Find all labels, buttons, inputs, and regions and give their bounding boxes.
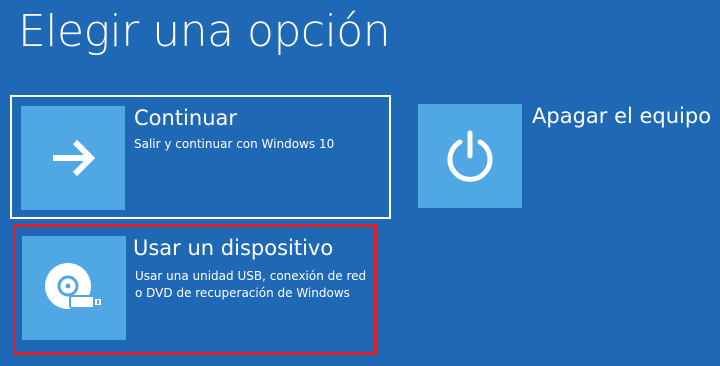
continue-description: Salir y continuar con Windows 10 [134, 137, 335, 151]
use-device-label: Usar un dispositivo [133, 236, 334, 260]
continue-tile[interactable] [21, 106, 125, 210]
continue-label: Continuar [134, 106, 238, 130]
use-device-description-line: Usar una unidad USB, conexión de red [135, 269, 367, 283]
continue-option[interactable]: Continuar Salir y continuar con Windows … [10, 95, 391, 219]
shutdown-option[interactable]: Apagar el equipo [418, 104, 720, 210]
arrow-right-icon [53, 139, 96, 177]
use-device-description-line: o DVD de recuperación de Windows [135, 286, 350, 300]
use-device-description: Usar una unidad USB, conexión de red o D… [135, 268, 366, 302]
shutdown-label: Apagar el equipo [532, 104, 712, 128]
power-icon [447, 130, 493, 182]
use-device-option[interactable]: Usar un dispositivo Usar una unidad USB,… [13, 224, 377, 355]
shutdown-tile[interactable] [418, 104, 522, 208]
page-title: Elegir una opción [18, 6, 391, 57]
disc-usb-icon [45, 263, 103, 309]
use-device-tile[interactable] [22, 236, 126, 340]
